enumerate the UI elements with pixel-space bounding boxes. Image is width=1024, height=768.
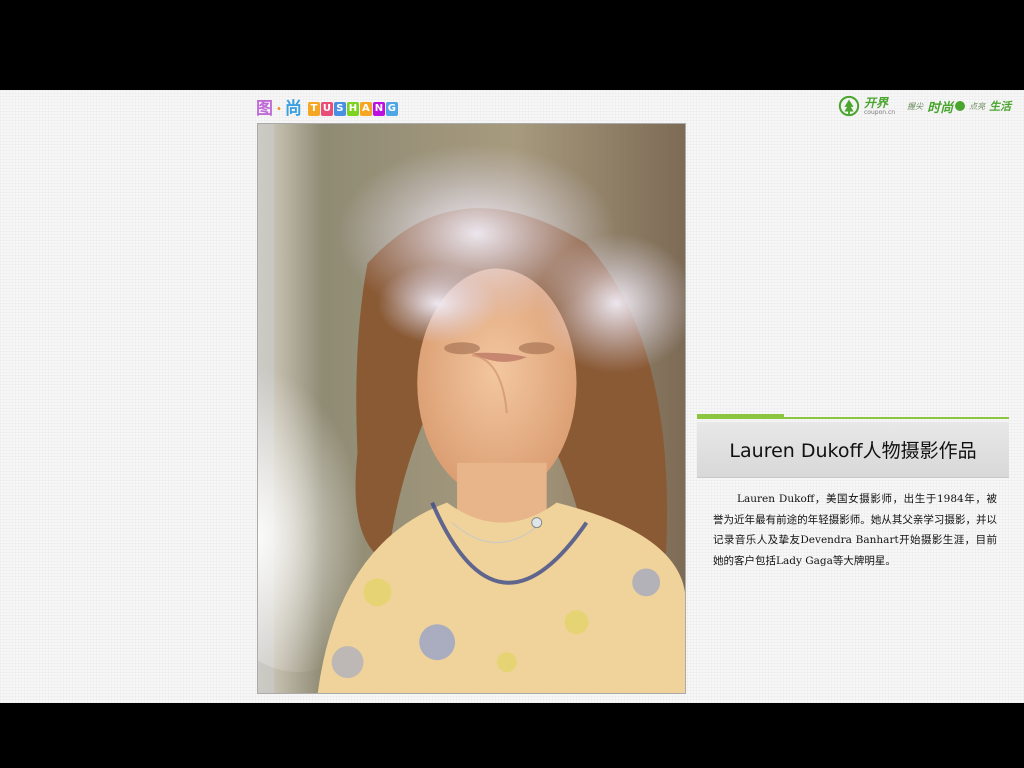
- logo-letter-blocks: TUSHANG: [307, 102, 398, 116]
- tree-icon: [838, 95, 860, 117]
- green-dot-icon: [955, 101, 966, 111]
- logo-letter: H: [346, 102, 359, 116]
- logo-letter: G: [385, 102, 398, 116]
- portrait-image: [258, 124, 685, 693]
- slogan-part-2: 时尚: [927, 100, 954, 116]
- logo-char-tu: 图: [256, 99, 273, 119]
- kaijie-brand: 开界: [864, 95, 889, 110]
- bottom-letterbox: [0, 703, 1024, 768]
- tushang-logo: 图 • 尚 TUSHANG: [256, 98, 398, 120]
- top-letterbox: [0, 0, 1024, 90]
- logo-char-shang: 尚: [284, 99, 302, 119]
- logo-letter: S: [333, 102, 346, 116]
- portrait-photo: [257, 123, 686, 694]
- kaijie-brand-block: 开界 coupon.cn: [864, 97, 895, 116]
- article-description: Lauren Dukoff，美国女摄影师，出生于1984年，被誉为近年最有前途的…: [713, 493, 997, 567]
- logo-letter: U: [320, 102, 333, 116]
- slogan-part-1: 握尖: [907, 101, 924, 111]
- slogan-part-4: 生活: [989, 100, 1012, 113]
- logo-dot-icon: •: [276, 103, 282, 115]
- logo-letter: A: [359, 102, 372, 116]
- slogan-part-3: 点亮: [969, 101, 986, 111]
- title-panel: Lauren Dukoff人物摄影作品: [697, 422, 1009, 478]
- kaijie-logo: 开界 coupon.cn 握尖 时尚 点亮 生活: [838, 94, 1011, 118]
- title-accent-bar: [697, 414, 784, 419]
- logo-letter: N: [372, 102, 385, 116]
- kaijie-domain: coupon.cn: [864, 108, 896, 116]
- logo-letter: T: [307, 102, 320, 116]
- article-title: Lauren Dukoff人物摄影作品: [729, 440, 977, 462]
